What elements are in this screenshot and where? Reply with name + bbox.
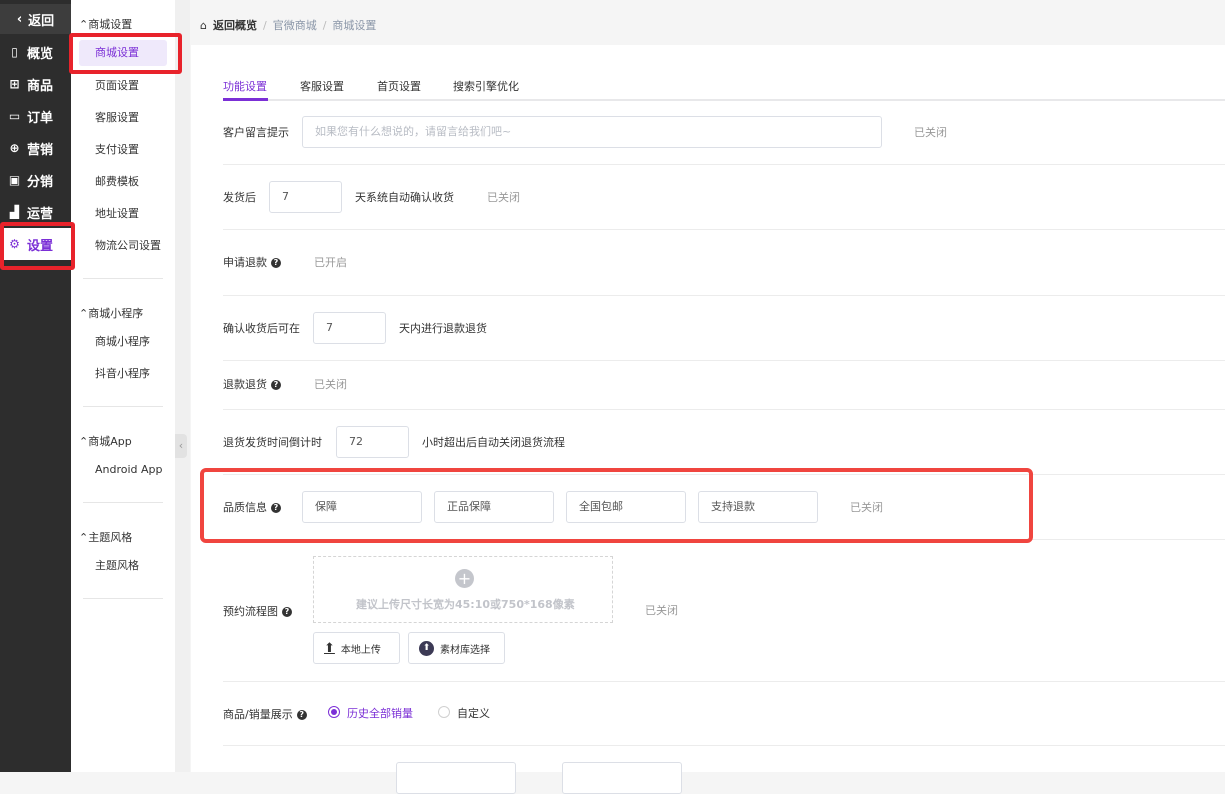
auto-confirm-suffix: 天系统自动确认收货 xyxy=(355,191,454,204)
after-confirm-days-input[interactable]: 7 xyxy=(313,312,386,344)
image-upload-area[interactable] xyxy=(313,556,613,623)
radio-custom[interactable] xyxy=(438,706,450,718)
sub-nav-mini-program[interactable]: 商城小程序 xyxy=(79,329,167,355)
divider xyxy=(83,598,163,599)
distribution-icon: ▣ xyxy=(8,173,21,187)
after-confirm-suffix: 天内进行退款退货 xyxy=(399,322,487,335)
divider xyxy=(83,278,163,279)
group-toggle[interactable]: ⌃主题风格 xyxy=(79,529,132,545)
gutter xyxy=(175,0,190,772)
radio-history-sales[interactable] xyxy=(328,706,340,718)
auto-confirm-status: 已关闭 xyxy=(487,191,520,204)
annotation-box xyxy=(0,222,75,270)
return-countdown-hours-input[interactable]: 72 xyxy=(336,426,409,458)
refund-return-status: 已关闭 xyxy=(314,378,347,391)
sub-nav-page-settings[interactable]: 页面设置 xyxy=(79,73,167,99)
breadcrumb: ⌂ 返回概览 / 官微商城 / 商城设置 xyxy=(200,17,377,33)
back-button[interactable]: ‹ 返回 xyxy=(0,4,71,34)
auto-confirm-label: 发货后 xyxy=(223,191,256,204)
sub-nav-address-settings[interactable]: 地址设置 xyxy=(79,201,167,227)
nav-distribution[interactable]: ▣ 分销 xyxy=(0,164,71,196)
group-toggle[interactable]: ⌃商城App xyxy=(79,433,132,449)
input-partial[interactable] xyxy=(396,762,516,794)
after-confirm-label: 确认收货后可在 xyxy=(223,322,300,335)
sub-nav-android[interactable]: Android App xyxy=(79,457,167,483)
divider xyxy=(83,502,163,503)
input-partial[interactable] xyxy=(562,762,682,794)
collapse-sidebar-handle[interactable]: ‹ xyxy=(175,434,187,458)
tab-home-settings[interactable]: 首页设置 xyxy=(377,78,421,94)
sub-nav-douyin[interactable]: 抖音小程序 xyxy=(79,361,167,387)
divider xyxy=(83,406,163,407)
flow-image-label: 预约流程图? xyxy=(223,603,292,619)
breadcrumb-item[interactable]: 官微商城 xyxy=(273,17,317,33)
tab-seo[interactable]: 搜索引擎优化 xyxy=(453,78,519,94)
local-upload-button[interactable]: ⬆ 本地上传 xyxy=(313,632,400,664)
help-icon[interactable]: ? xyxy=(271,380,281,390)
divider xyxy=(223,681,1225,682)
divider xyxy=(223,360,1225,361)
sub-nav-shipping-template[interactable]: 邮费模板 xyxy=(79,169,167,195)
refund-apply-status: 已开启 xyxy=(314,256,347,269)
divider xyxy=(223,164,1225,165)
divider xyxy=(223,409,1225,410)
message-label: 客户留言提示 xyxy=(223,126,289,139)
breadcrumb-item: 商城设置 xyxy=(332,19,377,32)
annotation-box xyxy=(200,468,1033,543)
sub-nav-logistics-settings[interactable]: 物流公司设置 xyxy=(79,233,167,259)
sub-nav-service-settings[interactable]: 客服设置 xyxy=(79,105,167,131)
auto-confirm-days-input[interactable]: 7 xyxy=(269,181,342,213)
return-countdown-suffix: 小时超出后自动关闭退货流程 xyxy=(422,436,565,449)
breadcrumb-back[interactable]: 返回概览 xyxy=(213,17,257,33)
upload-icon: ⬆ xyxy=(324,640,335,656)
help-icon[interactable]: ? xyxy=(282,607,292,617)
sub-nav-theme[interactable]: 主题风格 xyxy=(79,553,167,579)
chevron-left-icon: ‹ xyxy=(16,11,23,27)
primary-sidebar: ‹ 返回 ▯ 概览 ⊞ 商品 ▭ 订单 ⊕ 营销 ▣ 分销 ▟ 运营 ⚙ 设置 xyxy=(0,0,71,772)
tab-bar-line xyxy=(223,99,1225,101)
marketing-icon: ⊕ xyxy=(9,141,20,155)
divider xyxy=(223,229,1225,230)
home-icon: ⌂ xyxy=(200,18,207,32)
operation-icon: ▟ xyxy=(9,205,20,219)
message-input[interactable]: 如果您有什么想说的，请留言给我们吧~ xyxy=(302,116,882,148)
overview-icon: ▯ xyxy=(11,45,18,59)
order-icon: ▭ xyxy=(8,109,21,123)
sub-nav-payment-settings[interactable]: 支付设置 xyxy=(79,137,167,163)
help-icon[interactable]: ? xyxy=(271,258,281,268)
tab-function-settings[interactable]: 功能设置 xyxy=(223,78,267,94)
group-toggle[interactable]: ⌃商城设置 xyxy=(79,16,132,32)
nav-goods[interactable]: ⊞ 商品 xyxy=(0,68,71,100)
sales-display-label: 商品/销量展示? xyxy=(223,706,307,722)
library-select-button[interactable]: ⬆ 素材库选择 xyxy=(408,632,505,664)
cloud-upload-icon: ⬆ xyxy=(419,640,434,656)
tab-service-settings[interactable]: 客服设置 xyxy=(300,78,344,94)
radio-custom-label[interactable]: 自定义 xyxy=(457,705,490,721)
divider xyxy=(223,745,1225,746)
active-tab-indicator xyxy=(223,98,268,101)
divider xyxy=(223,295,1225,296)
refund-apply-label: 申请退款? xyxy=(223,254,281,270)
help-icon[interactable]: ? xyxy=(296,710,307,720)
annotation-box xyxy=(69,33,182,74)
secondary-sidebar: ⌃商城设置 商城设置 页面设置 客服设置 支付设置 邮费模板 地址设置 物流公司… xyxy=(71,0,175,772)
radio-history-sales-label[interactable]: 历史全部销量 xyxy=(347,705,413,721)
return-countdown-label: 退货发货时间倒计时 xyxy=(223,436,322,449)
upload-tip: 建议上传尺寸长宽为45:10或750*168像素 xyxy=(356,598,575,611)
group-toggle[interactable]: ⌃商城小程序 xyxy=(79,305,143,321)
flow-image-status: 已关闭 xyxy=(645,604,678,617)
plus-icon[interactable]: + xyxy=(455,569,474,588)
nav-overview[interactable]: ▯ 概览 xyxy=(0,36,71,68)
message-status: 已关闭 xyxy=(914,126,947,139)
nav-orders[interactable]: ▭ 订单 xyxy=(0,100,71,132)
goods-icon: ⊞ xyxy=(9,77,20,91)
nav-marketing[interactable]: ⊕ 营销 xyxy=(0,132,71,164)
refund-return-label: 退款退货? xyxy=(223,376,281,392)
